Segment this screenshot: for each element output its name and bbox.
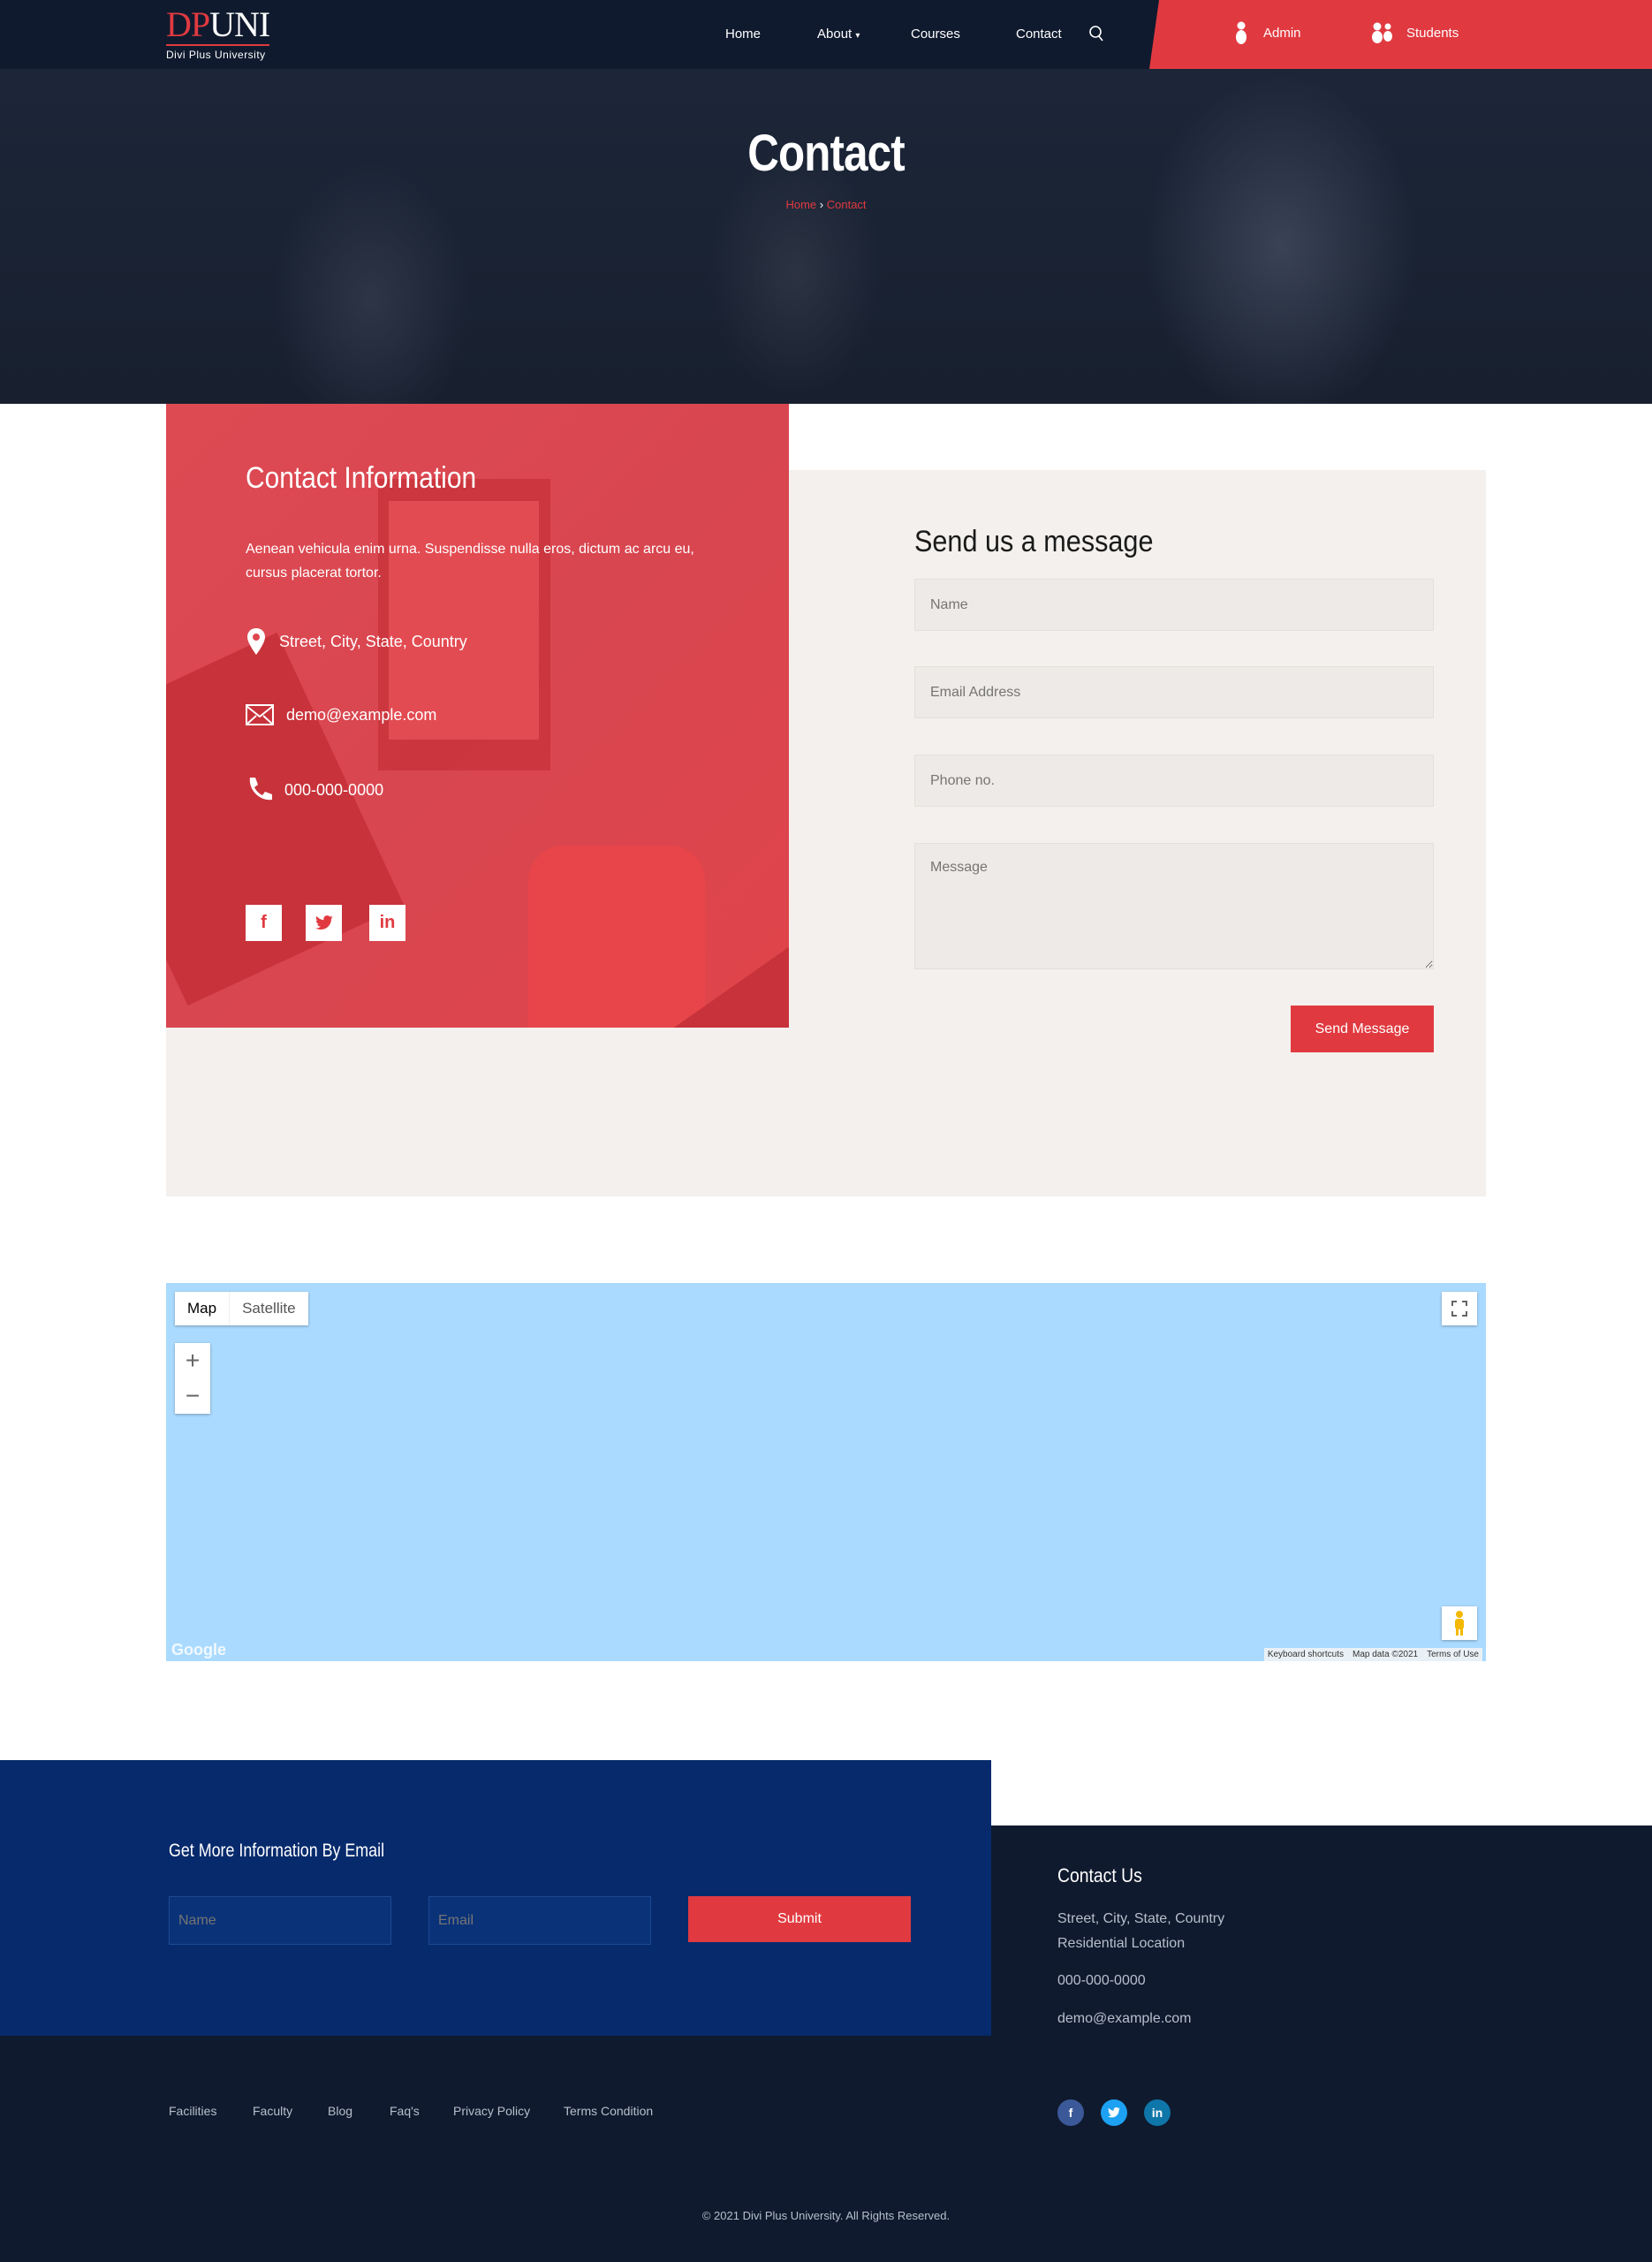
email-input[interactable] [914,666,1434,718]
footer-address-2: Residential Location [1057,1936,1186,1951]
zoom-out-button[interactable]: − [175,1378,210,1414]
logo[interactable]: DPUNI Divi Plus University [166,7,270,61]
newsletter-email-input[interactable] [428,1896,651,1945]
map-type-control: Map Satellite [175,1292,308,1325]
breadcrumb-current: Contact [826,198,867,211]
fullscreen-icon[interactable] [1442,1292,1477,1325]
nav-about[interactable]: About ▾ [817,27,860,42]
page-title: Contact [747,125,905,182]
nav-contact[interactable]: Contact [1016,27,1062,42]
newsletter-title: Get More Information By Email [169,1841,385,1861]
footer-link-facilities[interactable]: Facilities [169,2104,216,2118]
footer [0,2036,1652,2262]
map-data-label: Map data ©2021 [1353,1650,1419,1659]
contact-info-text: Aenean vehicula enim urna. Suspendisse n… [246,542,694,581]
satellite-tab[interactable]: Satellite [230,1292,307,1325]
newsletter-name-input[interactable] [169,1896,391,1945]
footer-link-terms[interactable]: Terms Condition [564,2104,653,2118]
contact-info-title: Contact Information [246,461,477,495]
copyright: © 2021 Divi Plus University. All Rights … [701,2209,951,2222]
pegman-icon[interactable] [1442,1606,1477,1640]
site-header: DPUNI Divi Plus University Home About ▾ … [0,0,1652,69]
footer-address: Street, City, State, Country [1057,1911,1225,1926]
hero-banner [0,69,1652,404]
phone-icon [249,778,272,801]
send-message-button[interactable]: Send Message [1291,1006,1434,1052]
footer-phone: 000-000-0000 [1057,1973,1146,1988]
form-title: Send us a message [914,525,1154,558]
user-icon [1236,21,1247,44]
students-link[interactable]: Students [1371,21,1459,44]
footer-link-privacy[interactable]: Privacy Policy [453,2104,530,2118]
footer-contact-title: Contact Us [1057,1864,1142,1886]
twitter-icon[interactable] [306,905,342,941]
search-icon[interactable] [1088,25,1104,47]
keyboard-shortcuts-link[interactable]: Keyboard shortcuts [1268,1650,1344,1659]
form-panel-bg [166,1028,789,1196]
twitter-icon[interactable] [1101,2099,1127,2126]
footer-link-blog[interactable]: Blog [328,2104,352,2118]
admin-link[interactable]: Admin [1235,21,1301,44]
footer-email[interactable]: demo@example.com [1057,2011,1191,2027]
chevron-down-icon: ▾ [855,31,860,41]
breadcrumb: Home › Contact [785,198,867,211]
linkedin-icon[interactable]: in [369,905,405,941]
zoom-in-button[interactable]: + [175,1343,210,1378]
facebook-icon[interactable]: f [246,905,282,941]
newsletter-submit-button[interactable]: Submit [688,1896,911,1942]
message-textarea[interactable] [914,843,1434,969]
phone-row: 000-000-0000 [246,776,383,804]
nav-home[interactable]: Home [725,27,761,42]
linkedin-icon[interactable]: in [1144,2099,1171,2126]
map-tab[interactable]: Map [175,1292,231,1325]
google-map[interactable]: Map Satellite + − Google Keyboard shortc… [166,1283,1486,1661]
nav-courses[interactable]: Courses [911,27,960,42]
phone-input[interactable] [914,755,1434,807]
envelope-icon [246,704,274,725]
zoom-control: + − [175,1343,210,1414]
address-row: Street, City, State, Country [246,627,467,656]
footer-link-faqs[interactable]: Faq's [390,2104,420,2118]
facebook-icon[interactable]: f [1057,2099,1084,2126]
users-icon [1372,22,1392,43]
name-input[interactable] [914,579,1434,631]
footer-contact-panel [991,1826,1652,2036]
email-row: demo@example.com [246,703,436,726]
location-pin-icon [247,628,265,655]
footer-link-faculty[interactable]: Faculty [253,2104,292,2118]
google-logo: Google [171,1641,226,1659]
terms-link[interactable]: Terms of Use [1427,1650,1479,1659]
breadcrumb-home[interactable]: Home [785,198,816,211]
